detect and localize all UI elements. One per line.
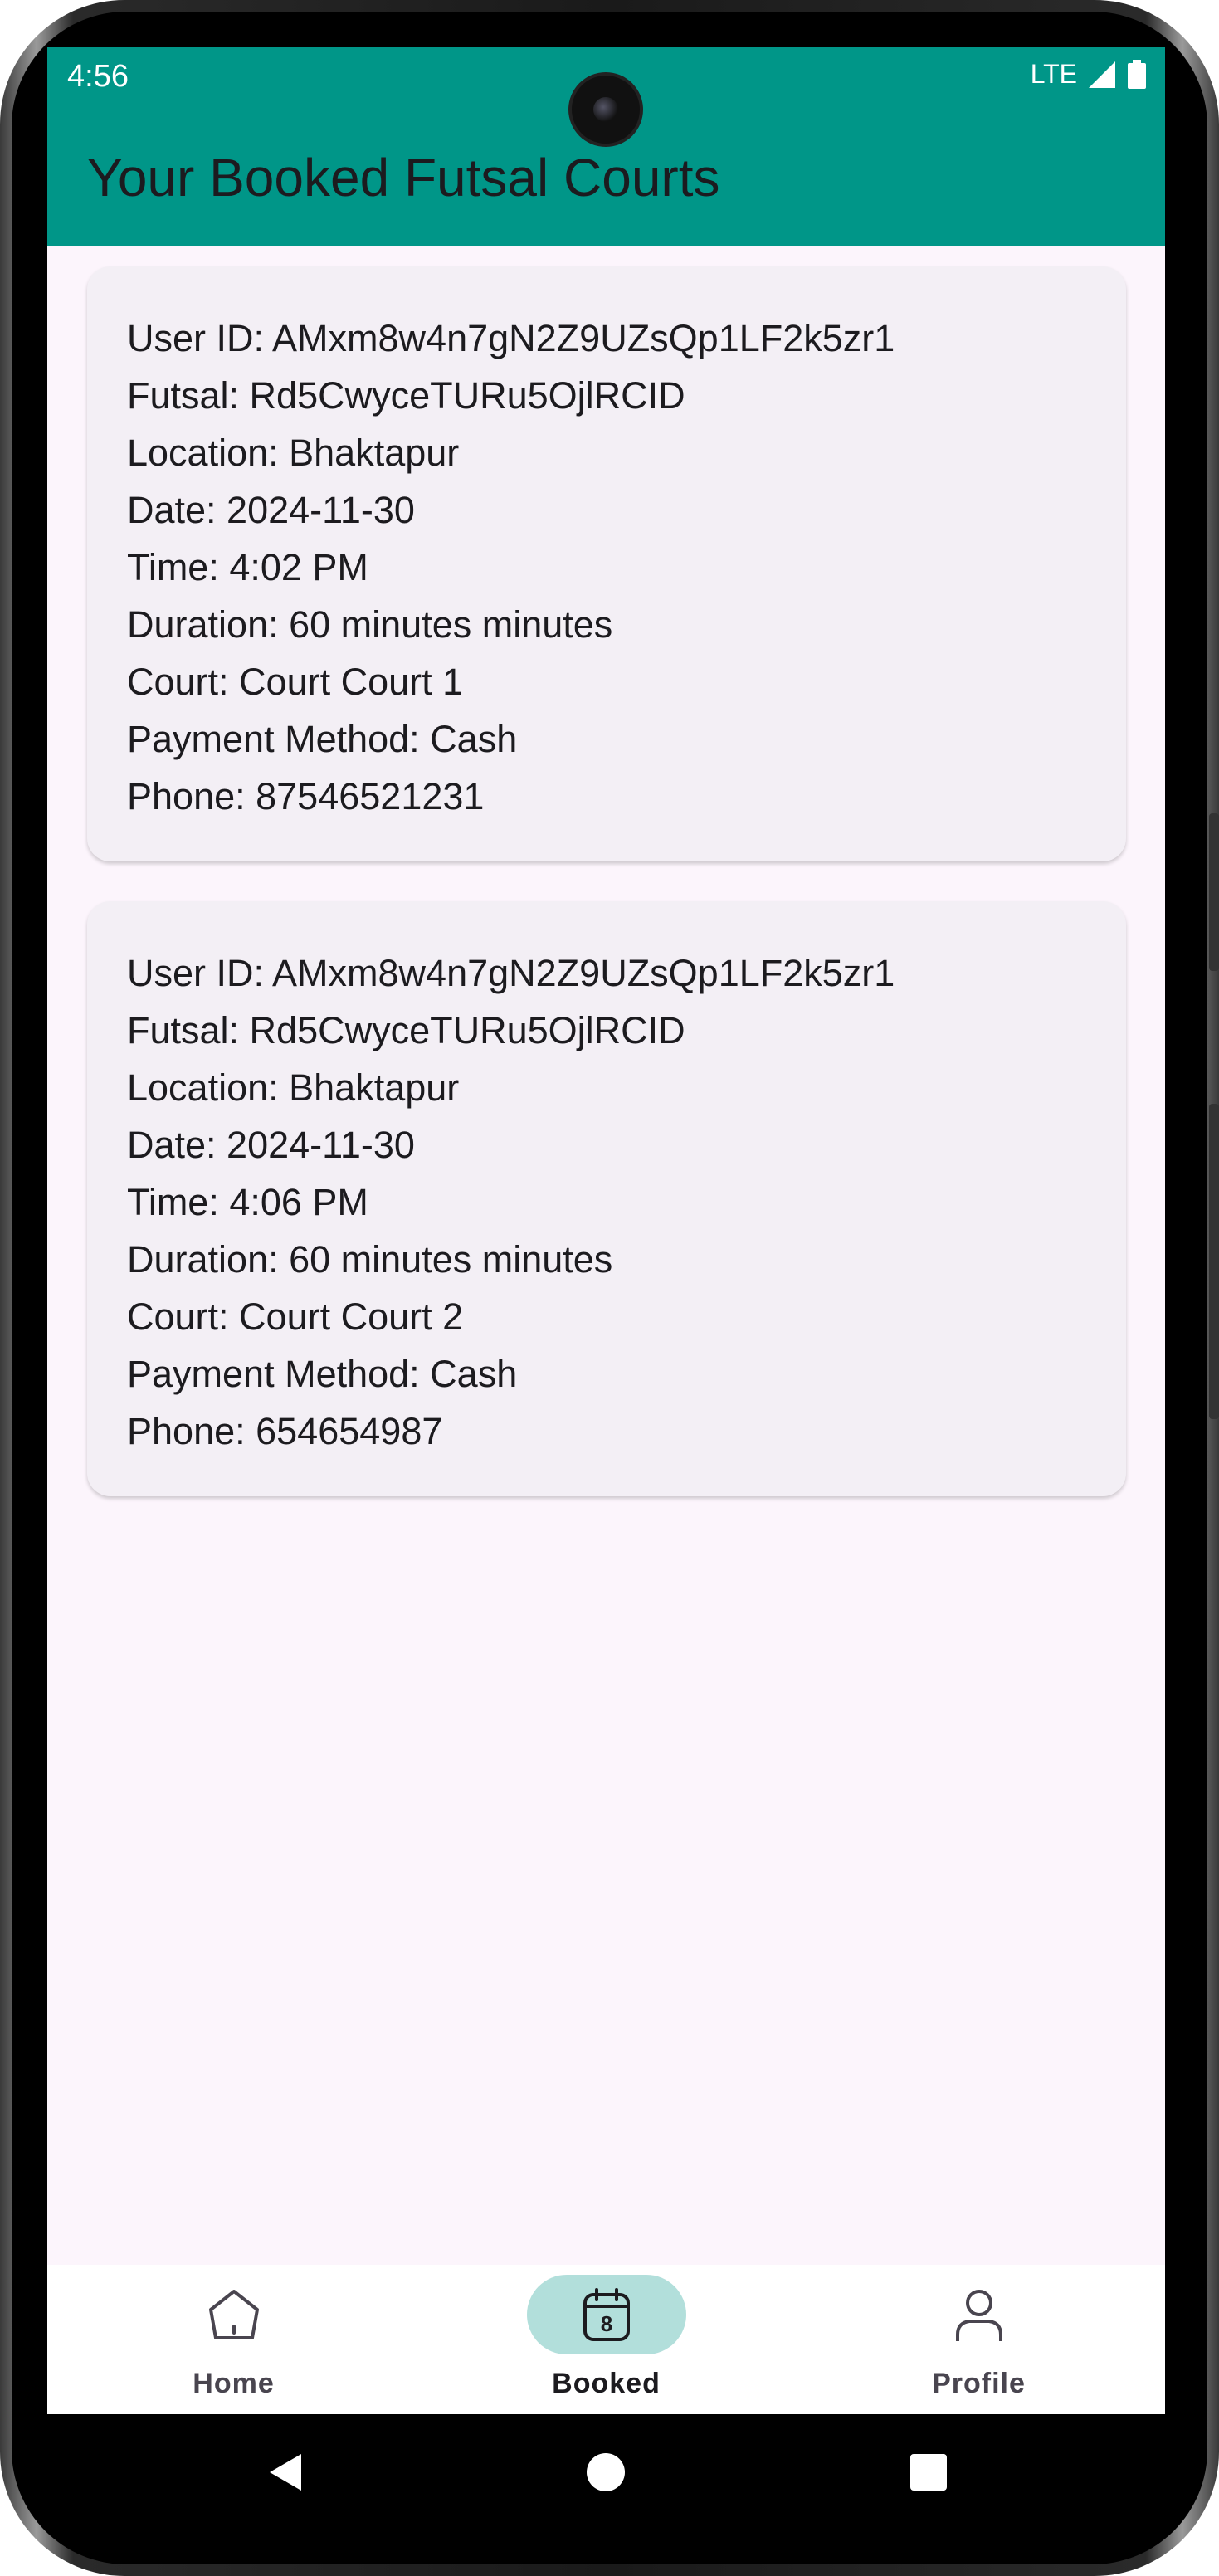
booking-duration: Duration: 60 minutes minutes [127,1238,613,1281]
booking-user-id: User ID: AMxm8w4n7gN2Z9UZsQp1LF2k5zr1 [127,317,895,359]
app-screen: 4:56 LTE Your Booked Futsal Courts User … [47,47,1165,2414]
booking-user-id: User ID: AMxm8w4n7gN2Z9UZsQp1LF2k5zr1 [127,952,895,994]
nav-booked[interactable]: 8 Booked [420,2265,792,2414]
page-title: Your Booked Futsal Courts [87,148,720,207]
nav-booked-label: Booked [552,2368,661,2399]
booking-date: Date: 2024-11-30 [127,1124,415,1166]
nav-home[interactable]: Home [47,2265,420,2414]
nav-profile[interactable]: Profile [792,2265,1165,2414]
status-time: 4:56 [67,59,129,94]
app-bar: 4:56 LTE Your Booked Futsal Courts [47,47,1165,246]
booking-court: Court: Court Court 1 [127,661,464,703]
calendar-badge: 8 [600,2311,612,2336]
booking-phone: Phone: 654654987 [127,1410,443,1452]
booking-card[interactable]: User ID: AMxm8w4n7gN2Z9UZsQp1LF2k5zr1 Fu… [87,901,1126,1496]
bottom-navigation: Home 8 Booked Profile [47,2265,1165,2414]
booking-location: Location: Bhaktapur [127,432,460,474]
volume-button [1209,813,1219,971]
front-camera [572,76,640,144]
booking-payment: Payment Method: Cash [127,1353,518,1395]
recents-icon [910,2454,947,2491]
booking-payment: Payment Method: Cash [127,718,518,760]
battery-icon [1128,59,1146,89]
back-icon [270,2454,301,2491]
booking-court: Court: Court Court 2 [127,1295,464,1338]
booking-card[interactable]: User ID: AMxm8w4n7gN2Z9UZsQp1LF2k5zr1 Fu… [87,266,1126,861]
nav-profile-label: Profile [932,2368,1026,2399]
calendar-icon: 8 [583,2288,630,2341]
system-navigation-bar [47,2414,1165,2530]
system-back-button[interactable] [230,2414,346,2530]
nav-home-indicator [154,2275,314,2354]
nav-home-label: Home [193,2368,275,2399]
nav-booked-indicator: 8 [526,2275,686,2354]
person-icon [955,2290,1002,2341]
booking-location: Location: Bhaktapur [127,1066,460,1109]
power-button [1209,1104,1219,1419]
booking-duration: Duration: 60 minutes minutes [127,603,613,646]
system-recents-button[interactable] [870,2414,987,2530]
home-icon [208,2290,259,2339]
booking-phone: Phone: 87546521231 [127,775,485,817]
booking-time: Time: 4:02 PM [127,546,368,588]
home-circle-icon [587,2453,625,2491]
booking-futsal: Futsal: Rd5CwyceTURu5OjlRCID [127,374,685,417]
status-icons: LTE [1031,59,1147,90]
nav-profile-indicator [900,2275,1059,2354]
system-home-button[interactable] [548,2414,664,2530]
signal-icon [1089,61,1115,88]
network-type: LTE [1030,59,1077,89]
booking-time: Time: 4:06 PM [127,1181,368,1223]
booking-futsal: Futsal: Rd5CwyceTURu5OjlRCID [127,1009,685,1051]
booking-date: Date: 2024-11-30 [127,489,415,531]
booking-list: User ID: AMxm8w4n7gN2Z9UZsQp1LF2k5zr1 Fu… [87,266,1126,1536]
